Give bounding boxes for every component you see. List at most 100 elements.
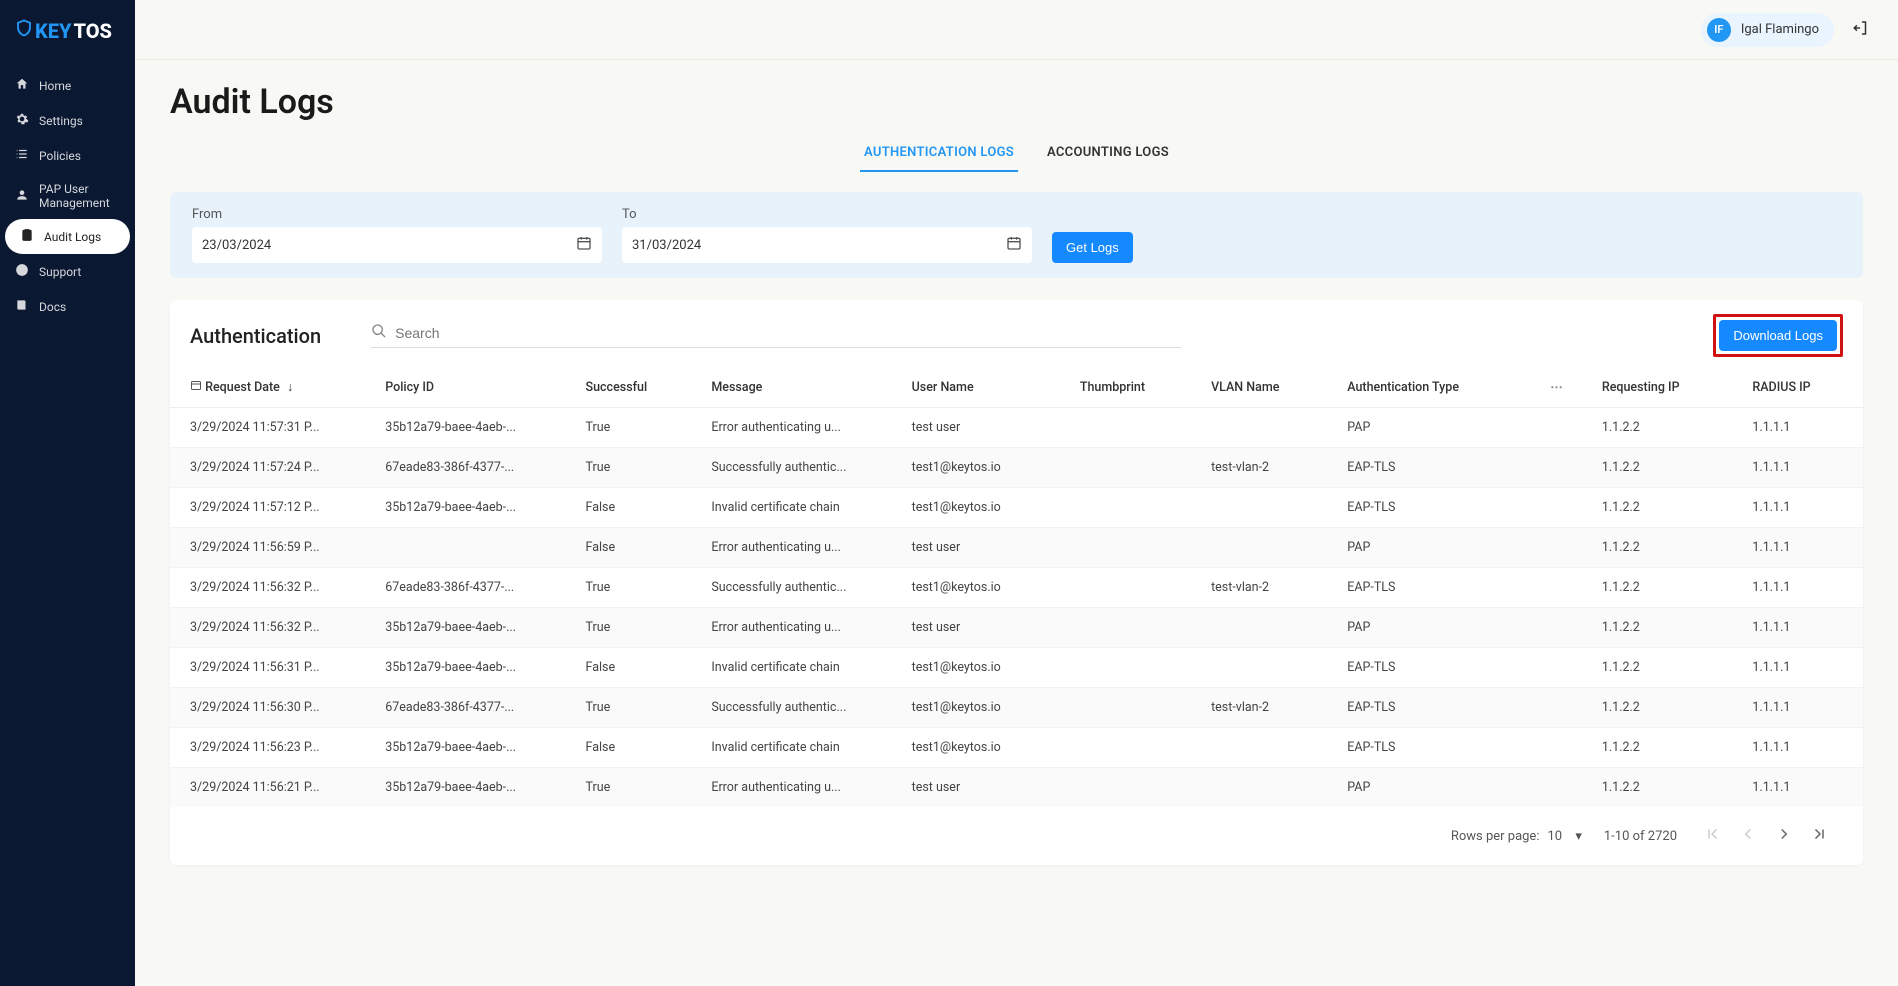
table-row[interactable]: 3/29/2024 11:56:32 P...67eade83-386f-437…: [170, 568, 1863, 608]
table-row[interactable]: 3/29/2024 11:56:21 P...35b12a79-baee-4ae…: [170, 768, 1863, 808]
sidebar-item-pap-user-management[interactable]: PAP User Management: [0, 173, 135, 219]
last-page-button[interactable]: [1807, 821, 1833, 851]
search-icon: [371, 323, 387, 343]
col-user-name[interactable]: User Name: [902, 367, 1070, 408]
sidebar-item-label: Settings: [39, 114, 83, 128]
table-row[interactable]: 3/29/2024 11:57:31 P...35b12a79-baee-4ae…: [170, 408, 1863, 448]
cell: EAP-TLS: [1337, 648, 1540, 688]
from-date-input[interactable]: 23/03/2024: [192, 227, 602, 263]
sidebar-item-policies[interactable]: Policies: [0, 138, 135, 173]
cell: [1201, 408, 1337, 448]
cell: 1.1.2.2: [1592, 488, 1743, 528]
logout-icon[interactable]: [1852, 19, 1870, 41]
user-chip[interactable]: IF Igal Flamingo: [1701, 13, 1834, 47]
table-row[interactable]: 3/29/2024 11:57:12 P...35b12a79-baee-4ae…: [170, 488, 1863, 528]
table-row[interactable]: 3/29/2024 11:56:59 P... FalseError authen…: [170, 528, 1863, 568]
list-icon: [15, 147, 29, 164]
sidebar-item-home[interactable]: Home: [0, 68, 135, 103]
from-date-value: 23/03/2024: [202, 238, 271, 253]
cell: 3/29/2024 11:57:24 P...: [170, 448, 375, 488]
col-vlan-name[interactable]: VLAN Name: [1201, 367, 1337, 408]
cell: [1070, 688, 1201, 728]
col-policy-id[interactable]: Policy ID: [375, 367, 575, 408]
col-label: Successful: [586, 380, 648, 395]
user-name: Igal Flamingo: [1741, 22, 1819, 37]
cell: Error authenticating u...: [701, 768, 901, 808]
col-requesting-ip[interactable]: Requesting IP: [1592, 367, 1743, 408]
table-row[interactable]: 3/29/2024 11:56:32 P...35b12a79-baee-4ae…: [170, 608, 1863, 648]
table-row[interactable]: 3/29/2024 11:57:24 P...67eade83-386f-437…: [170, 448, 1863, 488]
col-successful[interactable]: Successful: [576, 367, 702, 408]
table-row[interactable]: 3/29/2024 11:56:30 P...67eade83-386f-437…: [170, 688, 1863, 728]
rows-per-page-select[interactable]: 10 ▾: [1547, 829, 1581, 844]
tab-authentication-logs[interactable]: AUTHENTICATION LOGS: [860, 137, 1018, 172]
cell: 1.1.1.1: [1742, 568, 1863, 608]
sidebar-item-label: Policies: [39, 149, 81, 163]
header: IF Igal Flamingo: [135, 0, 1898, 60]
filter-bar: From 23/03/2024 To 31/03/2024 Get Logs: [170, 192, 1863, 278]
cell: True: [576, 408, 702, 448]
sidebar-item-docs[interactable]: Docs: [0, 289, 135, 324]
cell: 3/29/2024 11:56:23 P...: [170, 728, 375, 768]
table-row[interactable]: 3/29/2024 11:56:23 P...35b12a79-baee-4ae…: [170, 728, 1863, 768]
cell: [1070, 648, 1201, 688]
cell: Error authenticating u...: [701, 528, 901, 568]
cell: EAP-TLS: [1337, 448, 1540, 488]
gear-icon: [15, 112, 29, 129]
col-auth-type[interactable]: Authentication Type: [1337, 367, 1540, 408]
search-input[interactable]: [395, 325, 1181, 341]
first-page-button[interactable]: [1699, 821, 1725, 851]
search-wrap[interactable]: [371, 323, 1181, 348]
cell: False: [576, 528, 702, 568]
cell: EAP-TLS: [1337, 488, 1540, 528]
cell: 3/29/2024 11:56:32 P...: [170, 568, 375, 608]
sidebar-item-audit-logs[interactable]: Audit Logs: [5, 219, 130, 254]
col-more[interactable]: ⋯: [1540, 367, 1592, 408]
cell: 3/29/2024 11:56:31 P...: [170, 648, 375, 688]
cell: 35b12a79-baee-4aeb-...: [375, 768, 575, 808]
cell: test user: [902, 408, 1070, 448]
cell: 3/29/2024 11:56:30 P...: [170, 688, 375, 728]
rows-per-page-label: Rows per page:: [1451, 829, 1540, 844]
table-row[interactable]: 3/29/2024 11:56:31 P...35b12a79-baee-4ae…: [170, 648, 1863, 688]
cell: False: [576, 728, 702, 768]
calendar-icon: [1006, 235, 1022, 255]
cell: 1.1.1.1: [1742, 768, 1863, 808]
cell: True: [576, 768, 702, 808]
col-label: Message: [711, 380, 762, 395]
prev-page-button[interactable]: [1735, 821, 1761, 851]
cell: test1@keytos.io: [902, 688, 1070, 728]
logo-key: KEY: [35, 19, 71, 43]
cell: Invalid certificate chain: [701, 728, 901, 768]
next-page-button[interactable]: [1771, 821, 1797, 851]
cell: 3/29/2024 11:56:59 P...: [170, 528, 375, 568]
sidebar-item-settings[interactable]: Settings: [0, 103, 135, 138]
cell: PAP: [1337, 608, 1540, 648]
cell: 1.1.1.1: [1742, 648, 1863, 688]
to-date-input[interactable]: 31/03/2024: [622, 227, 1032, 263]
sidebar-item-label: Docs: [39, 300, 66, 314]
cell: 35b12a79-baee-4aeb-...: [375, 648, 575, 688]
col-label: User Name: [912, 380, 974, 395]
sidebar-item-support[interactable]: Support: [0, 254, 135, 289]
cell: [1540, 488, 1592, 528]
get-logs-button[interactable]: Get Logs: [1052, 232, 1133, 263]
col-thumbprint[interactable]: Thumbprint: [1070, 367, 1201, 408]
sidebar: KEYTOS HomeSettingsPoliciesPAP User Mana…: [0, 0, 135, 986]
tabs: AUTHENTICATION LOGS ACCOUNTING LOGS: [170, 137, 1863, 172]
cell: 3/29/2024 11:56:21 P...: [170, 768, 375, 808]
tab-accounting-logs[interactable]: ACCOUNTING LOGS: [1043, 137, 1173, 172]
cell: 1.1.1.1: [1742, 408, 1863, 448]
cell: [1070, 608, 1201, 648]
cell: 1.1.2.2: [1592, 608, 1743, 648]
col-radius-ip[interactable]: RADIUS IP: [1742, 367, 1863, 408]
cell: 1.1.2.2: [1592, 648, 1743, 688]
download-highlight: Download Logs: [1713, 314, 1843, 357]
sidebar-item-label: Home: [39, 79, 71, 93]
col-label: Authentication Type: [1347, 380, 1459, 395]
col-message[interactable]: Message: [701, 367, 901, 408]
col-request-date[interactable]: Request Date ↓: [170, 367, 375, 408]
logs-table: Request Date ↓ Policy ID Successful Mess…: [170, 367, 1863, 807]
col-label: Request Date: [205, 380, 280, 395]
download-logs-button[interactable]: Download Logs: [1719, 320, 1837, 351]
